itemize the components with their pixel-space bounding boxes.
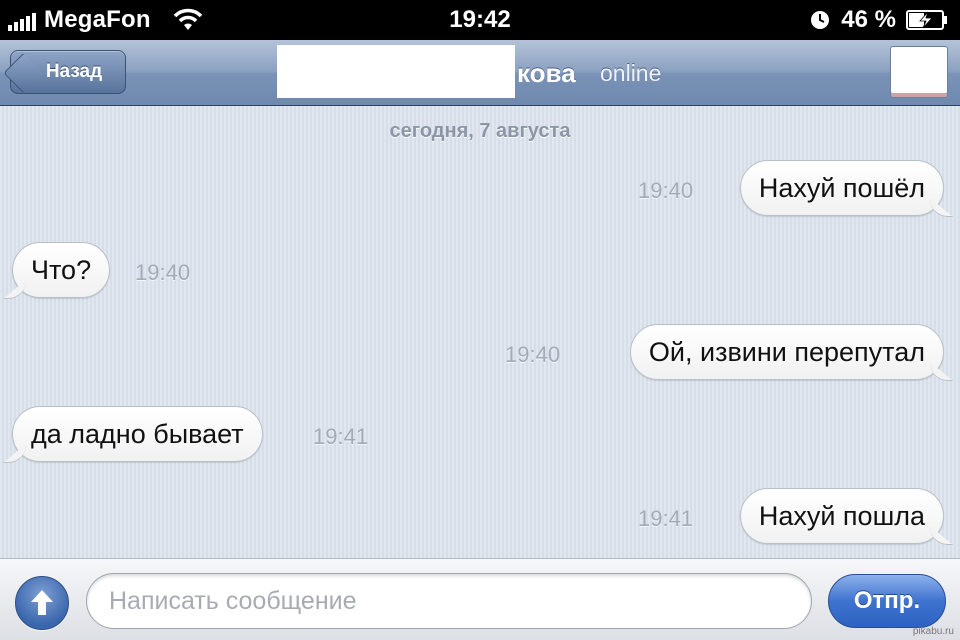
battery-charging-icon xyxy=(906,10,947,30)
battery-percentage: 46 % xyxy=(841,6,896,33)
outgoing-message-bubble[interactable]: Нахуй пошёл xyxy=(739,160,944,216)
chat-area[interactable]: сегодня, 7 августа 19:40 Нахуй пошёл Что… xyxy=(0,106,960,558)
date-separator: сегодня, 7 августа xyxy=(389,120,571,142)
send-button[interactable]: Отпр. xyxy=(828,574,946,628)
message-text: Ой, извини перепутал xyxy=(648,336,925,367)
contact-status: online xyxy=(600,60,662,86)
message-input[interactable] xyxy=(86,573,812,629)
arrow-up-icon xyxy=(31,590,53,615)
outgoing-message-bubble[interactable]: Ой, извини перепутал xyxy=(629,324,944,380)
incoming-message-bubble[interactable]: да ладно бывает xyxy=(12,406,263,462)
back-button-label: Назад xyxy=(45,61,103,82)
alarm-clock-icon xyxy=(811,11,830,29)
back-button[interactable]: Назад xyxy=(3,50,126,94)
status-bar: MegaFon 19:42 46 % xyxy=(0,0,960,40)
message-time: 19:41 xyxy=(313,424,369,449)
message-input-bar: Отпр. pikabu.ru xyxy=(0,558,960,640)
navigation-bar: Назад кова online xyxy=(0,40,960,106)
message-time: 19:40 xyxy=(505,342,561,367)
contact-avatar[interactable] xyxy=(890,46,948,98)
contact-name: кова xyxy=(517,58,576,88)
message-text: Нахуй пошла xyxy=(758,500,925,531)
message-time: 19:40 xyxy=(135,260,191,285)
message-time: 19:41 xyxy=(638,506,694,531)
redacted-contact-name xyxy=(277,45,515,98)
watermark: pikabu.ru xyxy=(912,626,954,637)
incoming-message-bubble[interactable]: Что? xyxy=(12,242,111,298)
attach-button[interactable] xyxy=(15,576,69,630)
outgoing-message-bubble[interactable]: Нахуй пошла xyxy=(739,488,944,544)
message-time: 19:40 xyxy=(638,178,694,203)
message-text: да ладно бывает xyxy=(31,418,244,449)
message-text: Нахуй пошёл xyxy=(758,172,925,203)
status-right: 46 % xyxy=(809,6,948,34)
back-arrow-icon xyxy=(3,53,43,93)
message-text: Что? xyxy=(31,254,92,285)
